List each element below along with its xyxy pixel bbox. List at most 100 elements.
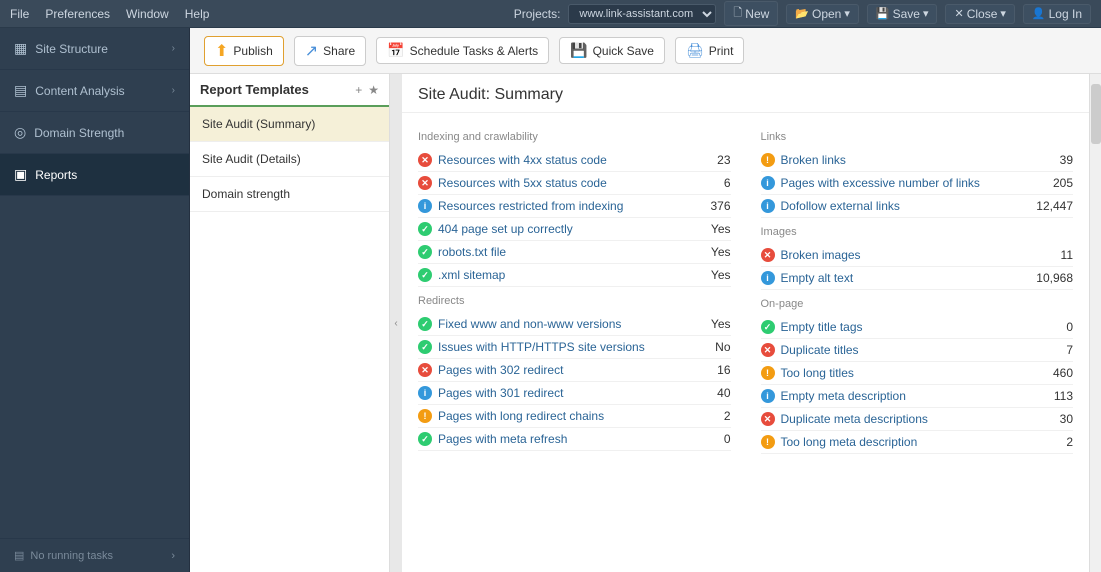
- scrollbar-thumb[interactable]: [1091, 84, 1101, 144]
- row-long-title-label[interactable]: Too long titles: [781, 366, 1028, 380]
- print-label: Print: [709, 44, 734, 58]
- row-https-label[interactable]: Issues with HTTP/HTTPS site versions: [438, 340, 685, 354]
- sidebar-bottom-chevron[interactable]: ›: [171, 550, 175, 562]
- no-tasks-label: No running tasks: [30, 550, 113, 562]
- save-button[interactable]: 💾 Save ▾: [867, 4, 938, 24]
- chevron-right-icon: ›: [172, 43, 175, 54]
- row-empty-title: ✓ Empty title tags 0: [761, 316, 1074, 339]
- publish-button[interactable]: ⬆ Publish: [204, 36, 284, 66]
- row-empty-title-value: 0: [1033, 320, 1073, 334]
- sidebar-item-reports[interactable]: ▣ Reports: [0, 154, 189, 196]
- row-www-label[interactable]: Fixed www and non-www versions: [438, 317, 685, 331]
- row-404-label[interactable]: 404 page set up correctly: [438, 222, 685, 236]
- row-empty-title-label[interactable]: Empty title tags: [781, 320, 1028, 334]
- sidebar-item-site-structure[interactable]: ▦ Site Structure ›: [0, 28, 189, 70]
- row-dup-title-label[interactable]: Duplicate titles: [781, 343, 1028, 357]
- print-icon: 🖨: [686, 42, 704, 59]
- row-redirect-chains-label[interactable]: Pages with long redirect chains: [438, 409, 685, 423]
- row-robots-label[interactable]: robots.txt file: [438, 245, 685, 259]
- row-alt-text-value: 10,968: [1033, 271, 1073, 285]
- row-restricted-label[interactable]: Resources restricted from indexing: [438, 199, 685, 213]
- open-button[interactable]: 📂 Open ▾: [786, 4, 859, 24]
- share-button[interactable]: ↗ Share: [294, 36, 366, 66]
- templates-collapse-handle[interactable]: ‹: [390, 74, 402, 572]
- quicksave-icon: 💾: [570, 42, 587, 59]
- add-template-icon[interactable]: +: [355, 83, 362, 97]
- print-button[interactable]: 🖨 Print: [675, 37, 744, 64]
- template-site-audit-details[interactable]: Site Audit (Details): [190, 142, 389, 177]
- row-redirect-chains: ! Pages with long redirect chains 2: [418, 405, 731, 428]
- row-broken-images-label[interactable]: Broken images: [781, 248, 1028, 262]
- report-panel: Report Templates + ★ Site Audit (Summary…: [190, 74, 1101, 572]
- status-orange-icon-2: !: [761, 153, 775, 167]
- site-structure-icon: ▦: [14, 40, 27, 57]
- row-long-meta-value: 2: [1033, 435, 1073, 449]
- quicksave-button[interactable]: 💾 Quick Save: [559, 37, 665, 64]
- domain-strength-icon: ◎: [14, 124, 26, 141]
- menu-preferences[interactable]: Preferences: [45, 7, 110, 21]
- row-empty-meta-label[interactable]: Empty meta description: [781, 389, 1028, 403]
- row-meta-refresh: ✓ Pages with meta refresh 0: [418, 428, 731, 451]
- row-301: i Pages with 301 redirect 40: [418, 382, 731, 405]
- status-red-icon-3: ✕: [418, 363, 432, 377]
- sidebar-label-content-analysis: Content Analysis: [35, 84, 163, 98]
- status-green-icon: ✓: [418, 222, 432, 236]
- report-scrollbar[interactable]: [1089, 74, 1101, 572]
- menu-file[interactable]: File: [10, 7, 29, 21]
- templates-list: Report Templates + ★ Site Audit (Summary…: [190, 74, 390, 572]
- menu-window[interactable]: Window: [126, 7, 169, 21]
- redirects-section-title: Redirects: [418, 295, 731, 309]
- template-domain-strength[interactable]: Domain strength: [190, 177, 389, 212]
- row-www: ✓ Fixed www and non-www versions Yes: [418, 313, 731, 336]
- row-dofollow-label[interactable]: Dofollow external links: [781, 199, 1028, 213]
- new-button[interactable]: 🗋 New: [724, 1, 778, 26]
- links-section-title: Links: [761, 131, 1074, 145]
- row-empty-meta-value: 113: [1033, 389, 1073, 403]
- row-long-title-value: 460: [1033, 366, 1073, 380]
- row-alt-text-label[interactable]: Empty alt text: [781, 271, 1028, 285]
- menu-help[interactable]: Help: [185, 7, 210, 21]
- sidebar-item-content-analysis[interactable]: ▤ Content Analysis ›: [0, 70, 189, 112]
- template-site-audit-summary[interactable]: Site Audit (Summary): [190, 107, 389, 142]
- projects-label: Projects:: [514, 7, 561, 21]
- row-dup-meta-label[interactable]: Duplicate meta descriptions: [781, 412, 1028, 426]
- row-excessive-links-label[interactable]: Pages with excessive number of links: [781, 176, 1028, 190]
- row-long-meta: ! Too long meta description 2: [761, 431, 1074, 454]
- sidebar-label-reports: Reports: [35, 168, 175, 182]
- close-button[interactable]: ✕ Close ▾: [945, 4, 1014, 24]
- status-orange-icon-4: !: [761, 435, 775, 449]
- row-meta-refresh-label[interactable]: Pages with meta refresh: [438, 432, 685, 446]
- content-area: ⬆ Publish ↗ Share 📅 Schedule Tasks & Ale…: [190, 28, 1101, 572]
- row-5xx-label[interactable]: Resources with 5xx status code: [438, 176, 685, 190]
- row-robots-value: Yes: [691, 245, 731, 259]
- row-4xx-label[interactable]: Resources with 4xx status code: [438, 153, 685, 167]
- row-sitemap-label[interactable]: .xml sitemap: [438, 268, 685, 282]
- project-selector[interactable]: www.link-assistant.com: [568, 4, 716, 24]
- schedule-button[interactable]: 📅 Schedule Tasks & Alerts: [376, 37, 549, 64]
- templates-header: Report Templates + ★: [190, 74, 389, 107]
- row-excessive-links: i Pages with excessive number of links 2…: [761, 172, 1074, 195]
- star-template-icon[interactable]: ★: [368, 83, 379, 97]
- row-404: ✓ 404 page set up correctly Yes: [418, 218, 731, 241]
- sidebar-label-domain-strength: Domain Strength: [34, 126, 175, 140]
- row-302-label[interactable]: Pages with 302 redirect: [438, 363, 685, 377]
- images-section-title: Images: [761, 226, 1074, 240]
- row-https: ✓ Issues with HTTP/HTTPS site versions N…: [418, 336, 731, 359]
- status-orange-icon-3: !: [761, 366, 775, 380]
- row-dofollow: i Dofollow external links 12,447: [761, 195, 1074, 218]
- login-button[interactable]: 👤 Log In: [1023, 4, 1091, 24]
- row-www-value: Yes: [691, 317, 731, 331]
- row-404-value: Yes: [691, 222, 731, 236]
- row-302: ✕ Pages with 302 redirect 16: [418, 359, 731, 382]
- status-green-icon-2: ✓: [418, 245, 432, 259]
- sidebar-item-domain-strength[interactable]: ◎ Domain Strength: [0, 112, 189, 154]
- row-broken-links-label[interactable]: Broken links: [781, 153, 1028, 167]
- row-301-label[interactable]: Pages with 301 redirect: [438, 386, 685, 400]
- row-broken-images: ✕ Broken images 11: [761, 244, 1074, 267]
- status-blue-icon-4: i: [761, 199, 775, 213]
- status-blue-icon-3: i: [761, 176, 775, 190]
- row-dup-meta-value: 30: [1033, 412, 1073, 426]
- row-https-value: No: [691, 340, 731, 354]
- row-meta-refresh-value: 0: [691, 432, 731, 446]
- row-long-meta-label[interactable]: Too long meta description: [781, 435, 1028, 449]
